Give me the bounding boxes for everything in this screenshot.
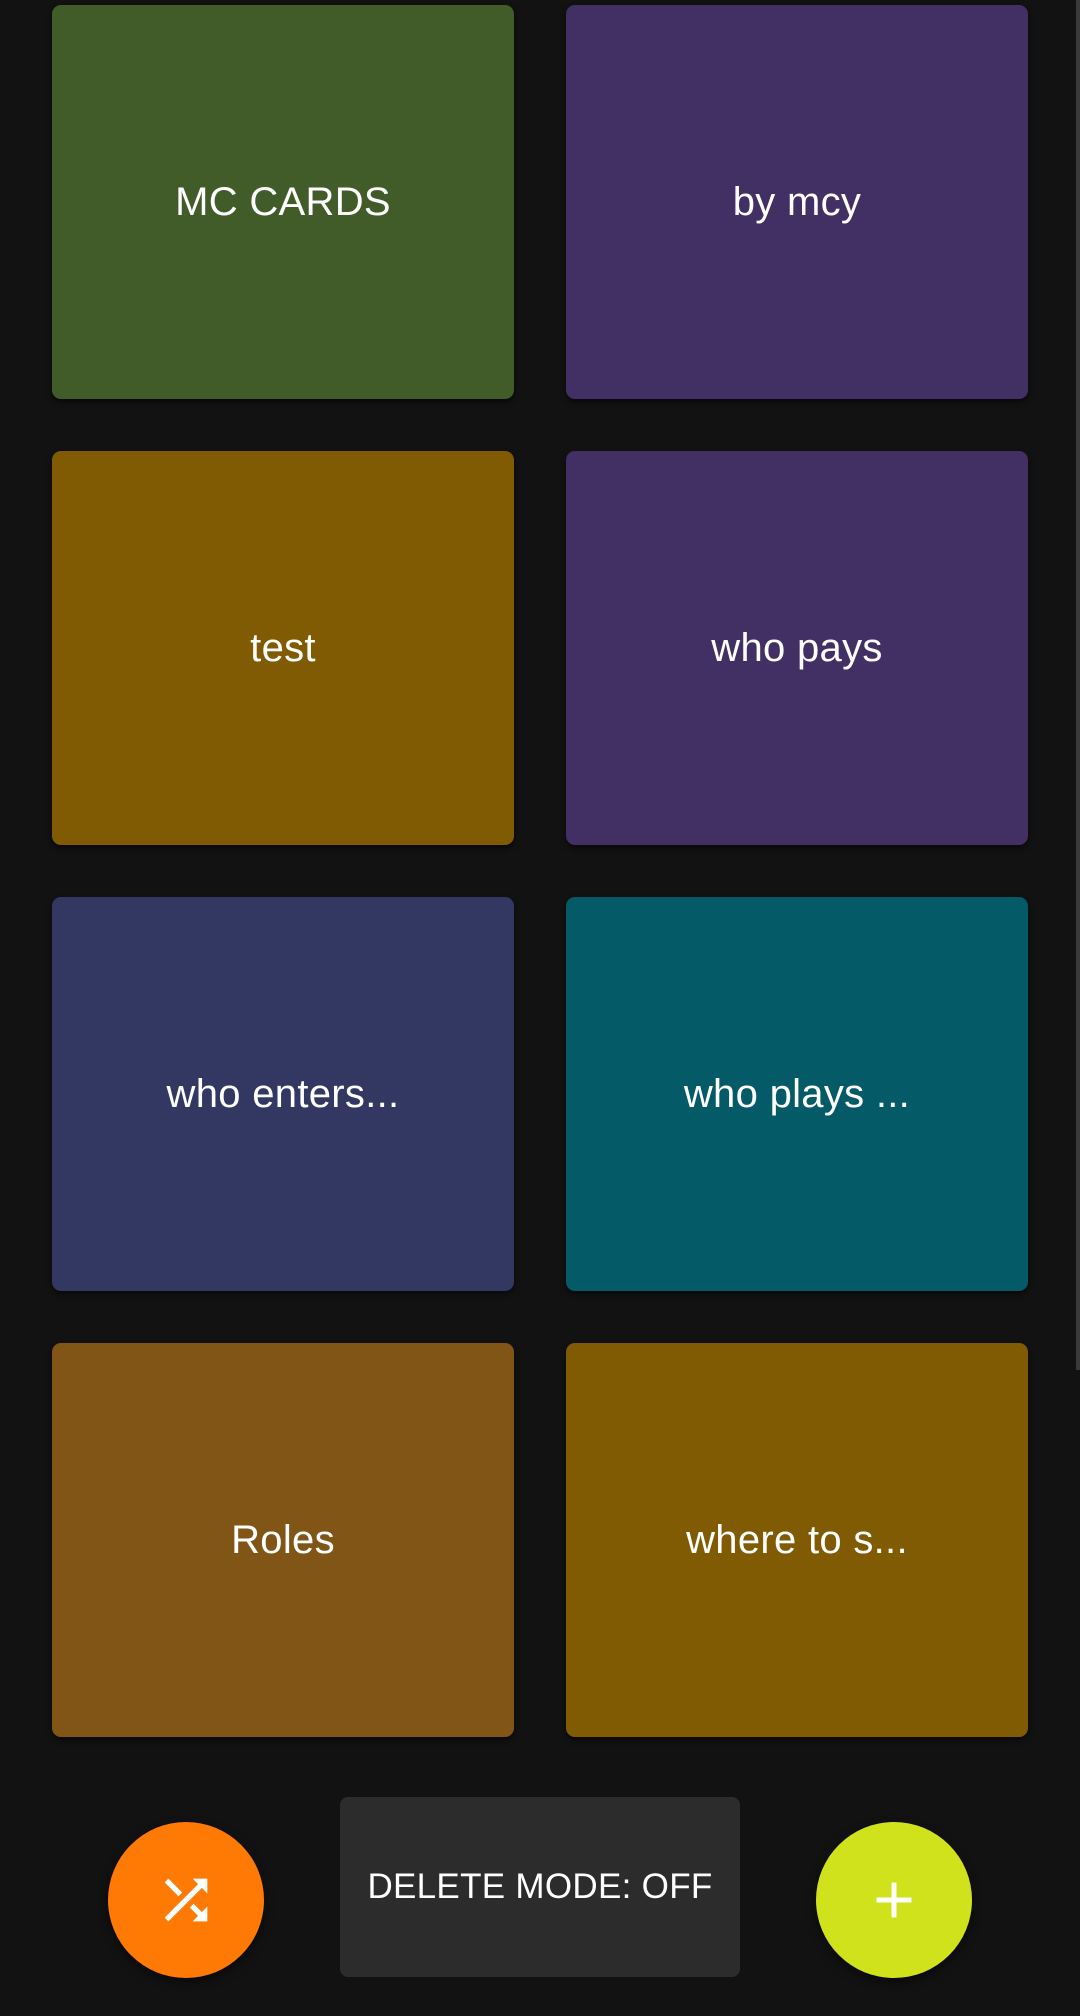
card-label: by mcy [732,179,862,224]
scrollbar[interactable] [1076,0,1080,1370]
card-label: who enters... [166,1071,400,1116]
card-label: MC CARDS [175,179,391,224]
card-label: test [250,625,316,670]
bottom-action-bar: DELETE MODE: OFF [0,1790,1080,2016]
card-label: who pays [711,625,883,670]
card-tile[interactable]: who enters... [52,897,514,1291]
card-tile[interactable]: who plays ... [566,897,1028,1291]
card-tile[interactable]: by mcy [566,5,1028,399]
plus-icon [876,1882,912,1918]
card-tile[interactable]: where to s... [566,1343,1028,1737]
card-tile[interactable]: test [52,451,514,845]
add-card-button[interactable] [816,1822,972,1978]
delete-mode-toggle[interactable]: DELETE MODE: OFF [340,1797,740,1977]
shuffle-icon [164,1878,208,1922]
delete-mode-label: DELETE MODE: OFF [367,1867,713,1906]
card-label: Roles [231,1517,335,1562]
card-board-screen: MC CARDS by mcy test who pays who enters… [0,0,1080,2016]
card-tile[interactable]: MC CARDS [52,5,514,399]
card-grid: MC CARDS by mcy test who pays who enters… [52,5,1028,1737]
card-tile[interactable]: Roles [52,1343,514,1737]
card-tile[interactable]: who pays [566,451,1028,845]
card-label: where to s... [686,1517,908,1562]
card-label: who plays ... [683,1071,911,1116]
shuffle-button[interactable] [108,1822,264,1978]
